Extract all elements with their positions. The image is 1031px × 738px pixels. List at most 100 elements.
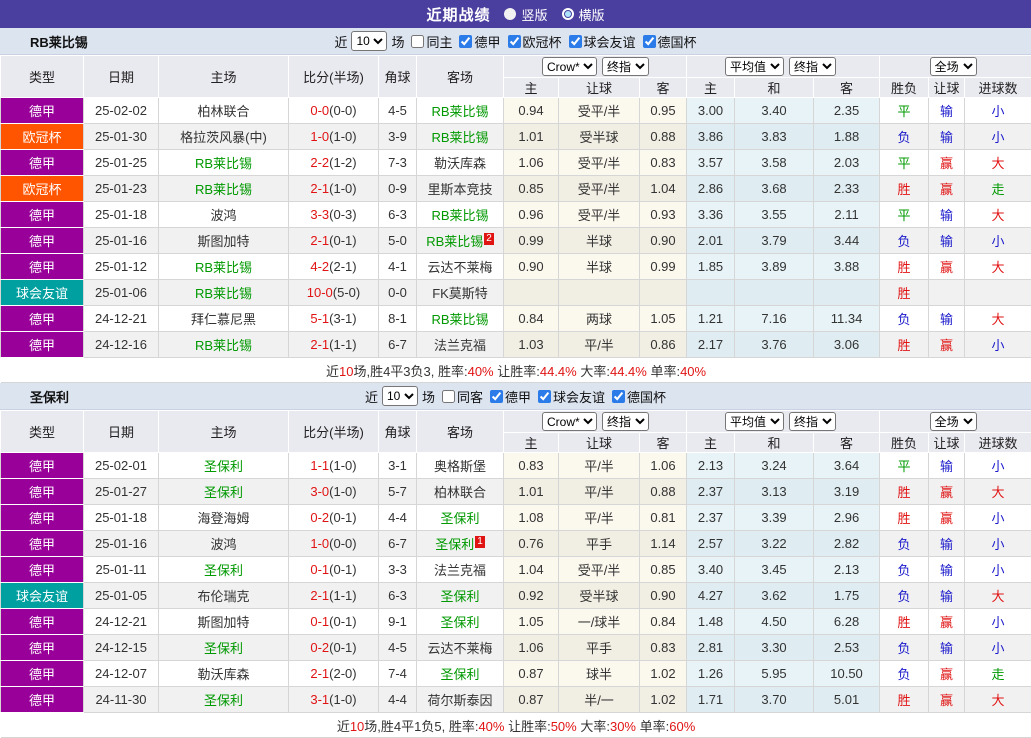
home-team-name: 海登海姆: [197, 511, 249, 526]
bookmaker-select[interactable]: Crow*: [542, 412, 597, 431]
league-type-badge: 球会友谊: [1, 280, 84, 306]
corner-score: 4-1: [379, 254, 417, 280]
match-score: 0-1(0-1): [289, 609, 379, 635]
league-checkbox[interactable]: [508, 35, 521, 48]
halftime-score: (5-0): [333, 285, 360, 300]
result-outcome: 负: [880, 583, 929, 609]
corner-score: 5-0: [379, 228, 417, 254]
match-count-select[interactable]: 10: [351, 31, 387, 51]
handicap-line: 半/一: [559, 687, 640, 713]
home-team-name: 拜仁慕尼黑: [191, 312, 256, 327]
avg-draw-odds: 3.83: [735, 124, 814, 150]
scope-select[interactable]: 全场: [930, 412, 977, 431]
match-score: 1-0(0-0): [289, 531, 379, 557]
layout-radio-vertical[interactable]: 竖版: [504, 5, 547, 24]
league-type-badge: 欧冠杯: [1, 124, 84, 150]
home-team: 勒沃库森: [159, 661, 289, 687]
away-odds: 0.88: [640, 479, 687, 505]
league-checkbox[interactable]: [643, 35, 656, 48]
home-team-name: RB莱比锡: [195, 286, 252, 301]
handicap-line: 半球: [559, 228, 640, 254]
average-odds-time-select[interactable]: 终指: [789, 57, 836, 76]
match-date: 25-01-06: [84, 280, 159, 306]
avg-home-odds: 3.86: [687, 124, 735, 150]
home-team: 圣保利: [159, 453, 289, 479]
average-select[interactable]: 平均值: [725, 57, 784, 76]
league-type-badge: 德甲: [1, 98, 84, 124]
avg-home-odds: 2.37: [687, 505, 735, 531]
league-type-badge: 德甲: [1, 453, 84, 479]
corner-score: 9-1: [379, 609, 417, 635]
away-team-name: 荷尔斯泰因: [427, 693, 492, 708]
sub-column-header: 和: [735, 433, 814, 453]
league-checkbox[interactable]: [490, 390, 503, 403]
summary-segment: 10: [350, 719, 364, 734]
halftime-score: (1-0): [329, 484, 356, 499]
league-checkbox[interactable]: [612, 390, 625, 403]
fulltime-score: 2-1: [310, 666, 329, 681]
bookmaker-select[interactable]: Crow*: [542, 57, 597, 76]
same-venue-checkbox[interactable]: [442, 390, 455, 403]
match-row: 德甲25-02-02柏林联合0-0(0-0)4-5RB莱比锡0.94受平/半0.…: [1, 98, 1031, 124]
fulltime-score: 5-1: [310, 311, 329, 326]
matches-label: 场: [391, 32, 404, 51]
match-count-select[interactable]: 10: [382, 386, 418, 406]
home-odds: 1.08: [504, 505, 559, 531]
scope-select[interactable]: 全场: [930, 57, 977, 76]
sub-column-header: 进球数: [965, 433, 1031, 453]
match-date: 24-12-15: [84, 635, 159, 661]
halftime-score: (2-1): [329, 259, 356, 274]
column-header: 客场: [417, 411, 504, 453]
page-title: 近期战绩: [426, 4, 490, 25]
match-row: 德甲25-02-01圣保利1-1(1-0)3-1奥格斯堡0.83平/半1.062…: [1, 453, 1031, 479]
sub-column-header: 客: [640, 78, 687, 98]
layout-radio-horizontal[interactable]: 横版: [562, 5, 605, 24]
league-checkbox[interactable]: [459, 35, 472, 48]
average-odds-group: 平均值终指: [687, 411, 880, 433]
match-date: 25-01-05: [84, 583, 159, 609]
avg-away-odds: 3.88: [814, 254, 880, 280]
league-type-badge: 德甲: [1, 479, 84, 505]
summary-segment: 单率:: [647, 364, 680, 379]
bookmaker-odds-time-select[interactable]: 终指: [602, 412, 649, 431]
away-odds: 0.84: [640, 609, 687, 635]
home-odds: 0.96: [504, 202, 559, 228]
avg-draw-odds: 3.62: [735, 583, 814, 609]
avg-away-odds: 6.28: [814, 609, 880, 635]
away-odds: 1.05: [640, 306, 687, 332]
league-checkbox-label: 球会友谊: [584, 32, 636, 51]
league-checkbox[interactable]: [538, 390, 551, 403]
bookmaker-odds-time-select[interactable]: 终指: [602, 57, 649, 76]
result-goals: 小: [965, 453, 1031, 479]
home-team-name: 圣保利: [204, 693, 243, 708]
league-type-badge: 德甲: [1, 306, 84, 332]
corner-score: 5-7: [379, 479, 417, 505]
league-checkbox[interactable]: [569, 35, 582, 48]
corner-score: 4-4: [379, 505, 417, 531]
same-venue-checkbox[interactable]: [411, 35, 424, 48]
near-label: 近: [365, 387, 378, 406]
fulltime-score: 10-0: [307, 285, 333, 300]
away-odds: 0.81: [640, 505, 687, 531]
avg-home-odds: 1.48: [687, 609, 735, 635]
home-odds: 1.06: [504, 635, 559, 661]
column-header: 主场: [159, 56, 289, 98]
match-row: 德甲25-01-27圣保利3-0(1-0)5-7柏林联合1.01平/半0.882…: [1, 479, 1031, 505]
home-team: 波鸿: [159, 531, 289, 557]
avg-away-odds: 1.75: [814, 583, 880, 609]
home-team-name: RB莱比锡: [195, 182, 252, 197]
away-odds: 0.83: [640, 635, 687, 661]
away-odds: [640, 280, 687, 306]
halftime-score: (1-0): [329, 181, 356, 196]
league-type-badge: 球会友谊: [1, 583, 84, 609]
avg-away-odds: [814, 280, 880, 306]
average-odds-time-select[interactable]: 终指: [789, 412, 836, 431]
fulltime-score: 2-1: [310, 588, 329, 603]
average-select[interactable]: 平均值: [725, 412, 784, 431]
away-team-name: RB莱比锡: [431, 130, 488, 145]
league-type-badge: 德甲: [1, 254, 84, 280]
home-team: 海登海姆: [159, 505, 289, 531]
filter-controls: 近10场 同客德甲球会友谊德国杯: [365, 386, 666, 406]
result-handicap: 赢: [929, 150, 965, 176]
match-row: 德甲24-12-21拜仁慕尼黑5-1(3-1)8-1RB莱比锡0.84两球1.0…: [1, 306, 1031, 332]
